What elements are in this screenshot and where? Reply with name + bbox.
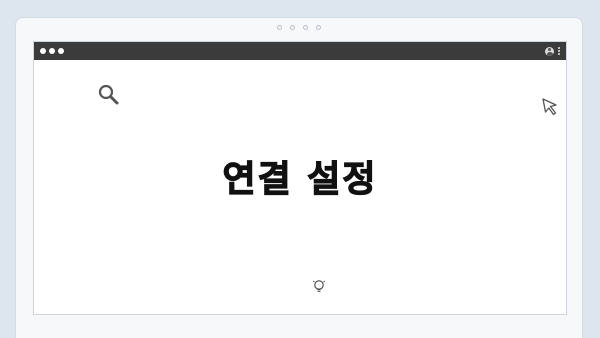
search-icon — [98, 84, 119, 105]
lightbulb-icon — [312, 280, 326, 292]
browser-window: 연결 설정 — [33, 41, 567, 315]
minimize-window-button[interactable] — [49, 48, 55, 54]
slide-frame: 연결 설정 — [15, 17, 583, 338]
pager-dots — [16, 25, 582, 30]
window-controls — [40, 48, 64, 54]
page-content: 연결 설정 — [34, 60, 566, 316]
pager-dot[interactable] — [303, 25, 308, 30]
cursor-icon — [542, 98, 557, 116]
pager-dot[interactable] — [316, 25, 321, 30]
profile-icon[interactable] — [545, 46, 554, 56]
kebab-menu-icon[interactable] — [558, 47, 560, 55]
maximize-window-button[interactable] — [58, 48, 64, 54]
title-bar — [34, 42, 566, 60]
title-bar-actions — [545, 42, 560, 60]
close-window-button[interactable] — [40, 48, 46, 54]
page-title: 연결 설정 — [222, 158, 378, 200]
pager-dot[interactable] — [290, 25, 295, 30]
pager-dot[interactable] — [277, 25, 282, 30]
